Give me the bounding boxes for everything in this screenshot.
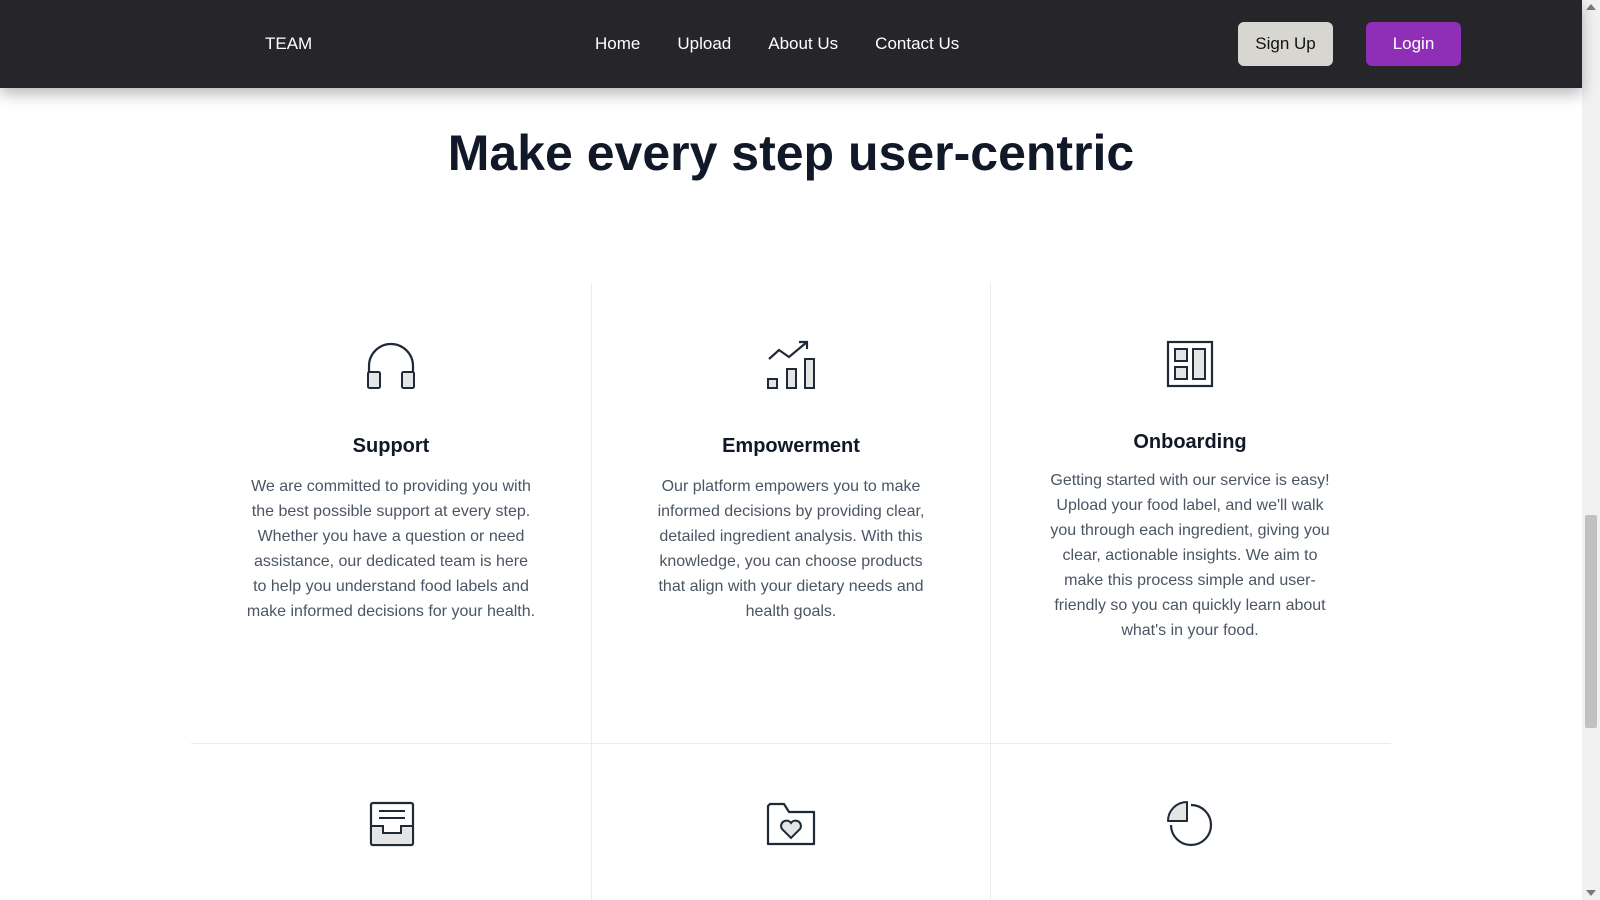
page-scrollbar[interactable] xyxy=(1582,0,1600,900)
chart-growth-icon xyxy=(767,340,815,389)
feature-description: Getting started with our service is easy… xyxy=(1050,472,1330,639)
layout-panels-icon xyxy=(1166,340,1214,388)
feature-description: We are committed to providing you with t… xyxy=(246,478,536,620)
headphones-icon xyxy=(367,342,415,389)
nav-link-home[interactable]: Home xyxy=(595,34,640,54)
nav-link-contact-us[interactable]: Contact Us xyxy=(875,34,959,54)
feature-title: Empowerment xyxy=(722,435,860,457)
nav-link-about-us[interactable]: About Us xyxy=(768,34,838,54)
top-navbar: TEAM Home Upload About Us Contact Us Sig… xyxy=(0,0,1582,88)
feature-title: Onboarding xyxy=(1133,431,1247,453)
grid-divider-horizontal xyxy=(191,743,1391,744)
nav-links: Home Upload About Us Contact Us xyxy=(595,34,959,54)
signup-button[interactable]: Sign Up xyxy=(1238,22,1333,66)
folder-heart-icon xyxy=(766,802,816,846)
nav-link-upload[interactable]: Upload xyxy=(677,34,731,54)
scroll-down-arrow-icon[interactable] xyxy=(1586,890,1596,896)
brand-logo[interactable]: TEAM xyxy=(265,34,312,54)
login-button[interactable]: Login xyxy=(1366,22,1461,66)
section-headline: Make every step user-centric xyxy=(447,125,1135,181)
feature-card-onboarding: Onboarding Getting started with our serv… xyxy=(990,340,1390,643)
feature-title: Support xyxy=(352,435,430,457)
feature-card-empowerment: Empowerment Our platform empowers you to… xyxy=(591,340,991,624)
scroll-up-arrow-icon[interactable] xyxy=(1586,4,1596,10)
feature-description: Our platform empowers you to make inform… xyxy=(657,478,925,620)
scrollbar-thumb[interactable] xyxy=(1585,515,1597,728)
pie-chart-icon xyxy=(1167,801,1213,847)
inbox-tray-icon xyxy=(369,801,415,847)
feature-card-support: Support We are committed to providing yo… xyxy=(191,340,591,624)
